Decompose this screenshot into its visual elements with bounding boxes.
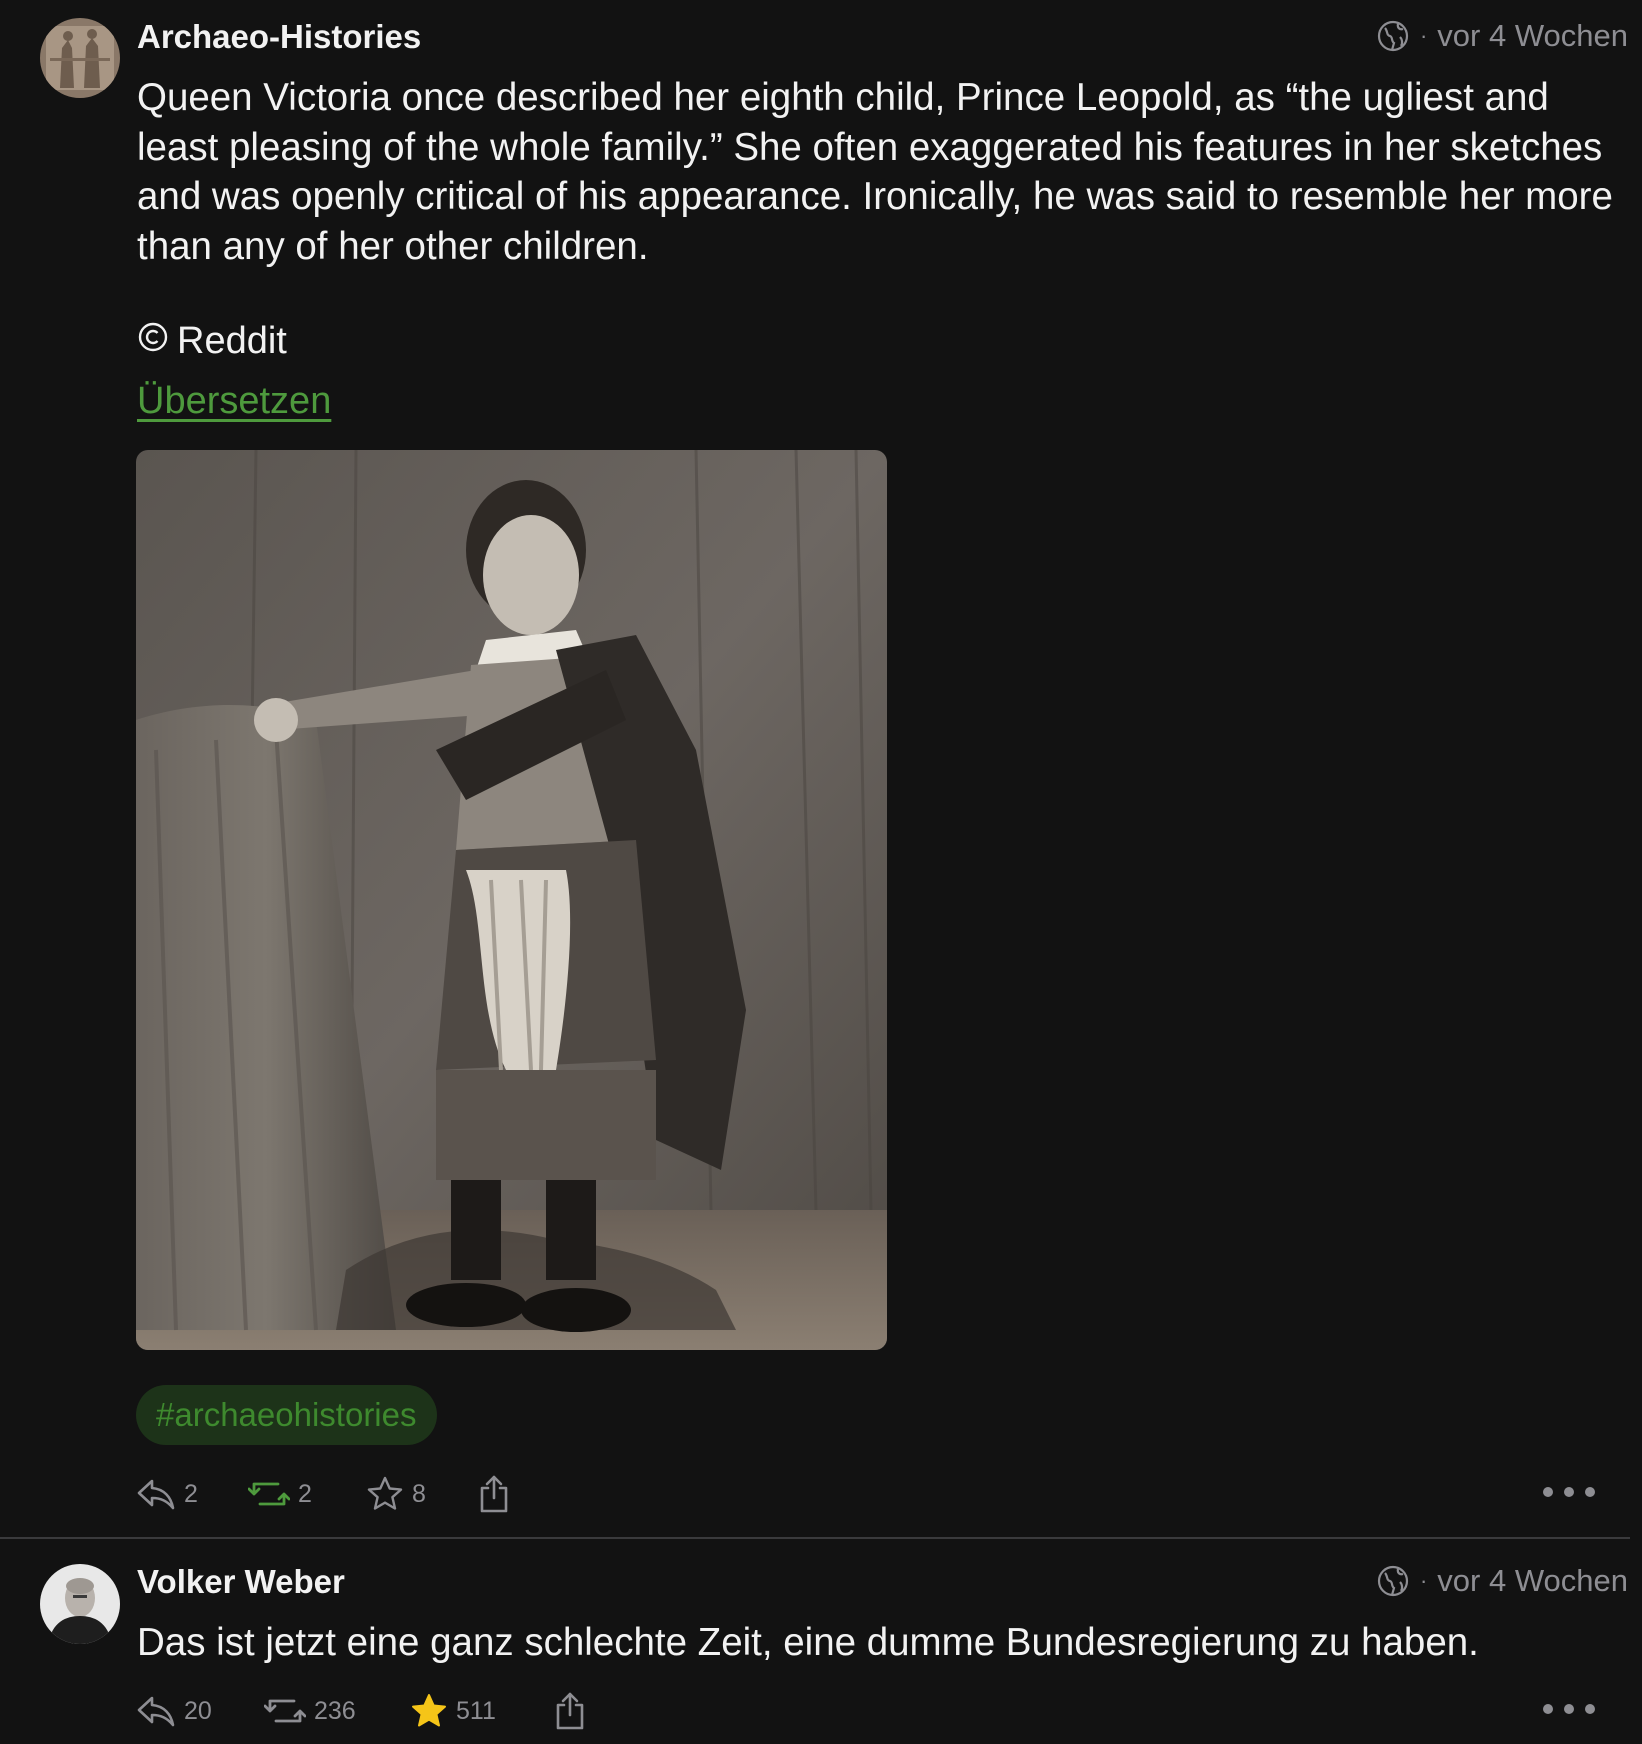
more-icon	[1542, 1702, 1596, 1720]
share-button[interactable]	[476, 1470, 512, 1518]
boost-icon	[264, 1693, 306, 1729]
share-button[interactable]	[552, 1687, 588, 1735]
boost-icon	[248, 1476, 290, 1512]
reply-button[interactable]: 20	[136, 1687, 212, 1735]
credit: Reddit	[137, 320, 287, 363]
globe-icon	[1376, 1564, 1410, 1598]
hashtag-chip[interactable]: #archaeohistories	[136, 1385, 437, 1445]
avatar[interactable]	[40, 1564, 120, 1644]
credit-text: Reddit	[177, 320, 287, 362]
post-archaeo-histories[interactable]: Archaeo-Histories · vor 4 Wochen Queen V…	[0, 0, 1642, 1538]
share-icon	[476, 1474, 512, 1514]
translate-link[interactable]: Übersetzen	[137, 380, 331, 423]
star-icon	[410, 1692, 448, 1730]
copyright-icon	[137, 320, 169, 363]
more-button[interactable]	[1542, 1687, 1596, 1735]
reply-icon	[136, 1476, 176, 1512]
post-body: Das ist jetzt eine ganz schlechte Zeit, …	[137, 1621, 1479, 1664]
post-actions: 2 2 8	[136, 1470, 1636, 1518]
avatar[interactable]	[40, 18, 120, 98]
post-body: Queen Victoria once described her eighth…	[137, 76, 1613, 268]
reply-count: 2	[184, 1479, 198, 1508]
post-meta: · vor 4 Wochen	[1376, 1563, 1628, 1599]
star-icon	[366, 1475, 404, 1513]
post-image[interactable]	[136, 450, 887, 1350]
reply-button[interactable]: 2	[136, 1470, 198, 1518]
share-icon	[552, 1691, 588, 1731]
boost-count: 2	[298, 1479, 312, 1508]
post-divider	[0, 1537, 1630, 1539]
author-name[interactable]: Volker Weber	[137, 1563, 345, 1601]
post-volker-weber[interactable]: Volker Weber · vor 4 Wochen Das ist jetz…	[0, 1540, 1642, 1744]
reply-icon	[136, 1693, 176, 1729]
more-button[interactable]	[1542, 1470, 1596, 1518]
separator-dot: ·	[1419, 1568, 1428, 1593]
author-name[interactable]: Archaeo-Histories	[137, 18, 421, 56]
timestamp[interactable]: vor 4 Wochen	[1437, 1563, 1628, 1599]
timestamp[interactable]: vor 4 Wochen	[1437, 18, 1628, 54]
boost-button[interactable]: 2	[248, 1470, 312, 1518]
favourite-count: 511	[456, 1696, 496, 1725]
boost-count: 236	[314, 1696, 356, 1725]
globe-icon	[1376, 19, 1410, 53]
boost-button[interactable]: 236	[264, 1687, 356, 1735]
reply-count: 20	[184, 1696, 212, 1725]
favourite-button[interactable]: 8	[366, 1470, 426, 1518]
more-icon	[1542, 1485, 1596, 1503]
post-meta: · vor 4 Wochen	[1376, 18, 1628, 54]
separator-dot: ·	[1419, 23, 1428, 48]
favourite-count: 8	[412, 1479, 426, 1508]
favourite-button[interactable]: 511	[410, 1687, 496, 1735]
post-actions: 20 236 511	[136, 1687, 1636, 1735]
